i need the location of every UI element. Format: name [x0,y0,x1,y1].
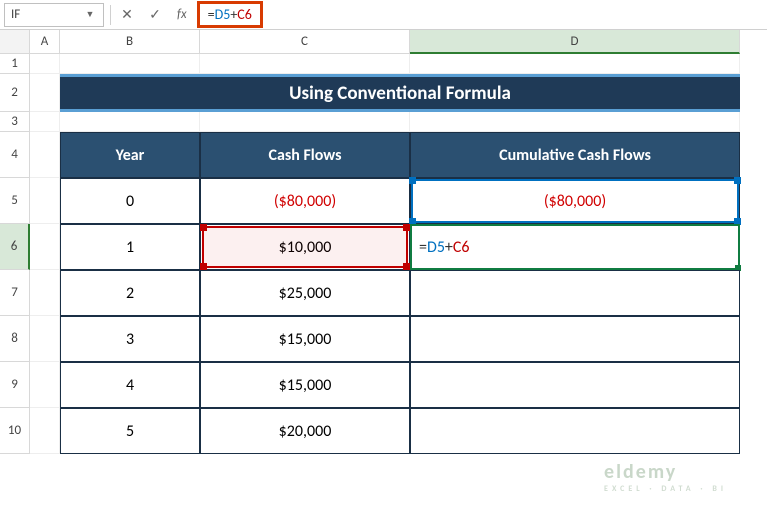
cell-b10[interactable]: 5 [60,408,200,454]
row-header-3[interactable]: 3 [0,112,30,132]
cell-a4[interactable] [30,132,60,178]
close-icon: ✕ [121,6,133,23]
cell-a8[interactable] [30,316,60,362]
cell-c8[interactable]: $15,000 [200,316,410,362]
row-header-6[interactable]: 6 [0,224,30,270]
check-icon: ✓ [149,6,161,23]
name-box-value: IF [11,7,83,22]
title-merged-cell[interactable]: Using Conventional Formula [60,74,740,112]
cell-b9[interactable]: 4 [60,362,200,408]
cell-a5[interactable] [30,178,60,224]
cell-b8[interactable]: 3 [60,316,200,362]
select-all-corner[interactable] [0,30,30,54]
row-header-5[interactable]: 5 [0,178,30,224]
cell-c9[interactable]: $15,000 [200,362,410,408]
cell-c1[interactable] [200,54,410,74]
cell-b5[interactable]: 0 [60,178,200,224]
cell-c10[interactable]: $20,000 [200,408,410,454]
cell-a2[interactable] [30,74,60,112]
cell-c5[interactable]: ($80,000) [200,178,410,224]
dropdown-icon[interactable]: ▼ [83,9,97,20]
cell-d9[interactable] [410,362,740,408]
accept-button[interactable]: ✓ [141,3,169,27]
column-header-b[interactable]: B [60,30,200,54]
divider [110,5,111,25]
cell-d10[interactable] [410,408,740,454]
cell-b1[interactable] [60,54,200,74]
row-header-8[interactable]: 8 [0,316,30,362]
column-header-c[interactable]: C [200,30,410,54]
column-header-d[interactable]: D [410,30,740,54]
cell-b6[interactable]: 1 [60,224,200,270]
cell-c6[interactable]: $10,000 [200,224,410,270]
cell-a1[interactable] [30,54,60,74]
row-header-4[interactable]: 4 [0,132,30,178]
formula-text: =D5+C6 [197,1,263,28]
header-year[interactable]: Year [60,132,200,178]
cell-c6-value: $10,000 [279,238,332,257]
name-box[interactable]: IF ▼ [4,3,104,27]
formula-input[interactable]: =D5+C6 [195,3,767,27]
cell-c3[interactable] [200,112,410,132]
cell-d5[interactable]: ($80,000) [410,178,740,224]
cell-c7[interactable]: $25,000 [200,270,410,316]
cell-d6[interactable]: =D5+C6 [410,224,740,270]
cell-d5-value: ($80,000) [544,192,606,211]
formula-bar: IF ▼ ✕ ✓ fx =D5+C6 [0,0,767,30]
cell-a10[interactable] [30,408,60,454]
spreadsheet-grid: A B C D 1 2 Using Conventional Formula 3… [0,30,767,512]
column-header-a[interactable]: A [30,30,60,54]
cell-a3[interactable] [30,112,60,132]
row-header-7[interactable]: 7 [0,270,30,316]
row-header-9[interactable]: 9 [0,362,30,408]
cell-d3[interactable] [410,112,740,132]
row-header-10[interactable]: 10 [0,408,30,454]
cell-d1[interactable] [410,54,740,74]
cell-a7[interactable] [30,270,60,316]
cell-b3[interactable] [60,112,200,132]
header-cash-flows[interactable]: Cash Flows [200,132,410,178]
cell-b7[interactable]: 2 [60,270,200,316]
cell-d8[interactable] [410,316,740,362]
row-header-2[interactable]: 2 [0,74,30,112]
cell-d7[interactable] [410,270,740,316]
header-cumulative[interactable]: Cumulative Cash Flows [410,132,740,178]
cell-a6[interactable] [30,224,60,270]
cell-a9[interactable] [30,362,60,408]
row-header-1[interactable]: 1 [0,54,30,74]
cancel-button[interactable]: ✕ [113,3,141,27]
fx-label[interactable]: fx [177,7,187,22]
